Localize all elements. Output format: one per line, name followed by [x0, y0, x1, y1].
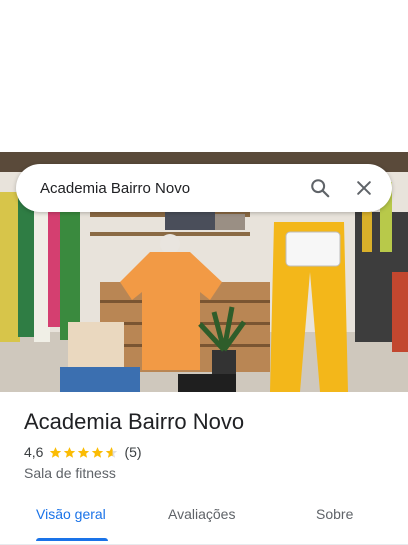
top-blank-area	[0, 0, 408, 152]
search-input[interactable]: Academia Bairro Novo	[16, 180, 298, 197]
active-tab-indicator	[36, 538, 108, 541]
star-icon	[64, 446, 76, 458]
tab-about[interactable]: Sobre	[316, 506, 353, 522]
tab-reviews[interactable]: Avaliações	[168, 506, 235, 522]
star-icon	[78, 446, 90, 458]
rating-value: 4,6	[24, 444, 44, 460]
tab-bar: Visão geral Avaliações Sobre	[0, 496, 408, 545]
review-count[interactable]: (5)	[124, 444, 141, 460]
search-icon[interactable]	[298, 164, 342, 212]
place-title: Academia Bairro Novo	[24, 409, 245, 434]
place-category: Sala de fitness	[24, 465, 116, 481]
search-bar[interactable]: Academia Bairro Novo	[16, 164, 392, 212]
star-icon	[92, 446, 104, 458]
rating-row[interactable]: 4,6 (5)	[24, 444, 142, 460]
rating-stars	[49, 446, 118, 459]
tab-overview[interactable]: Visão geral	[36, 506, 106, 522]
star-icon	[50, 446, 62, 458]
star-half-icon	[106, 446, 118, 458]
close-icon[interactable]	[342, 164, 386, 212]
